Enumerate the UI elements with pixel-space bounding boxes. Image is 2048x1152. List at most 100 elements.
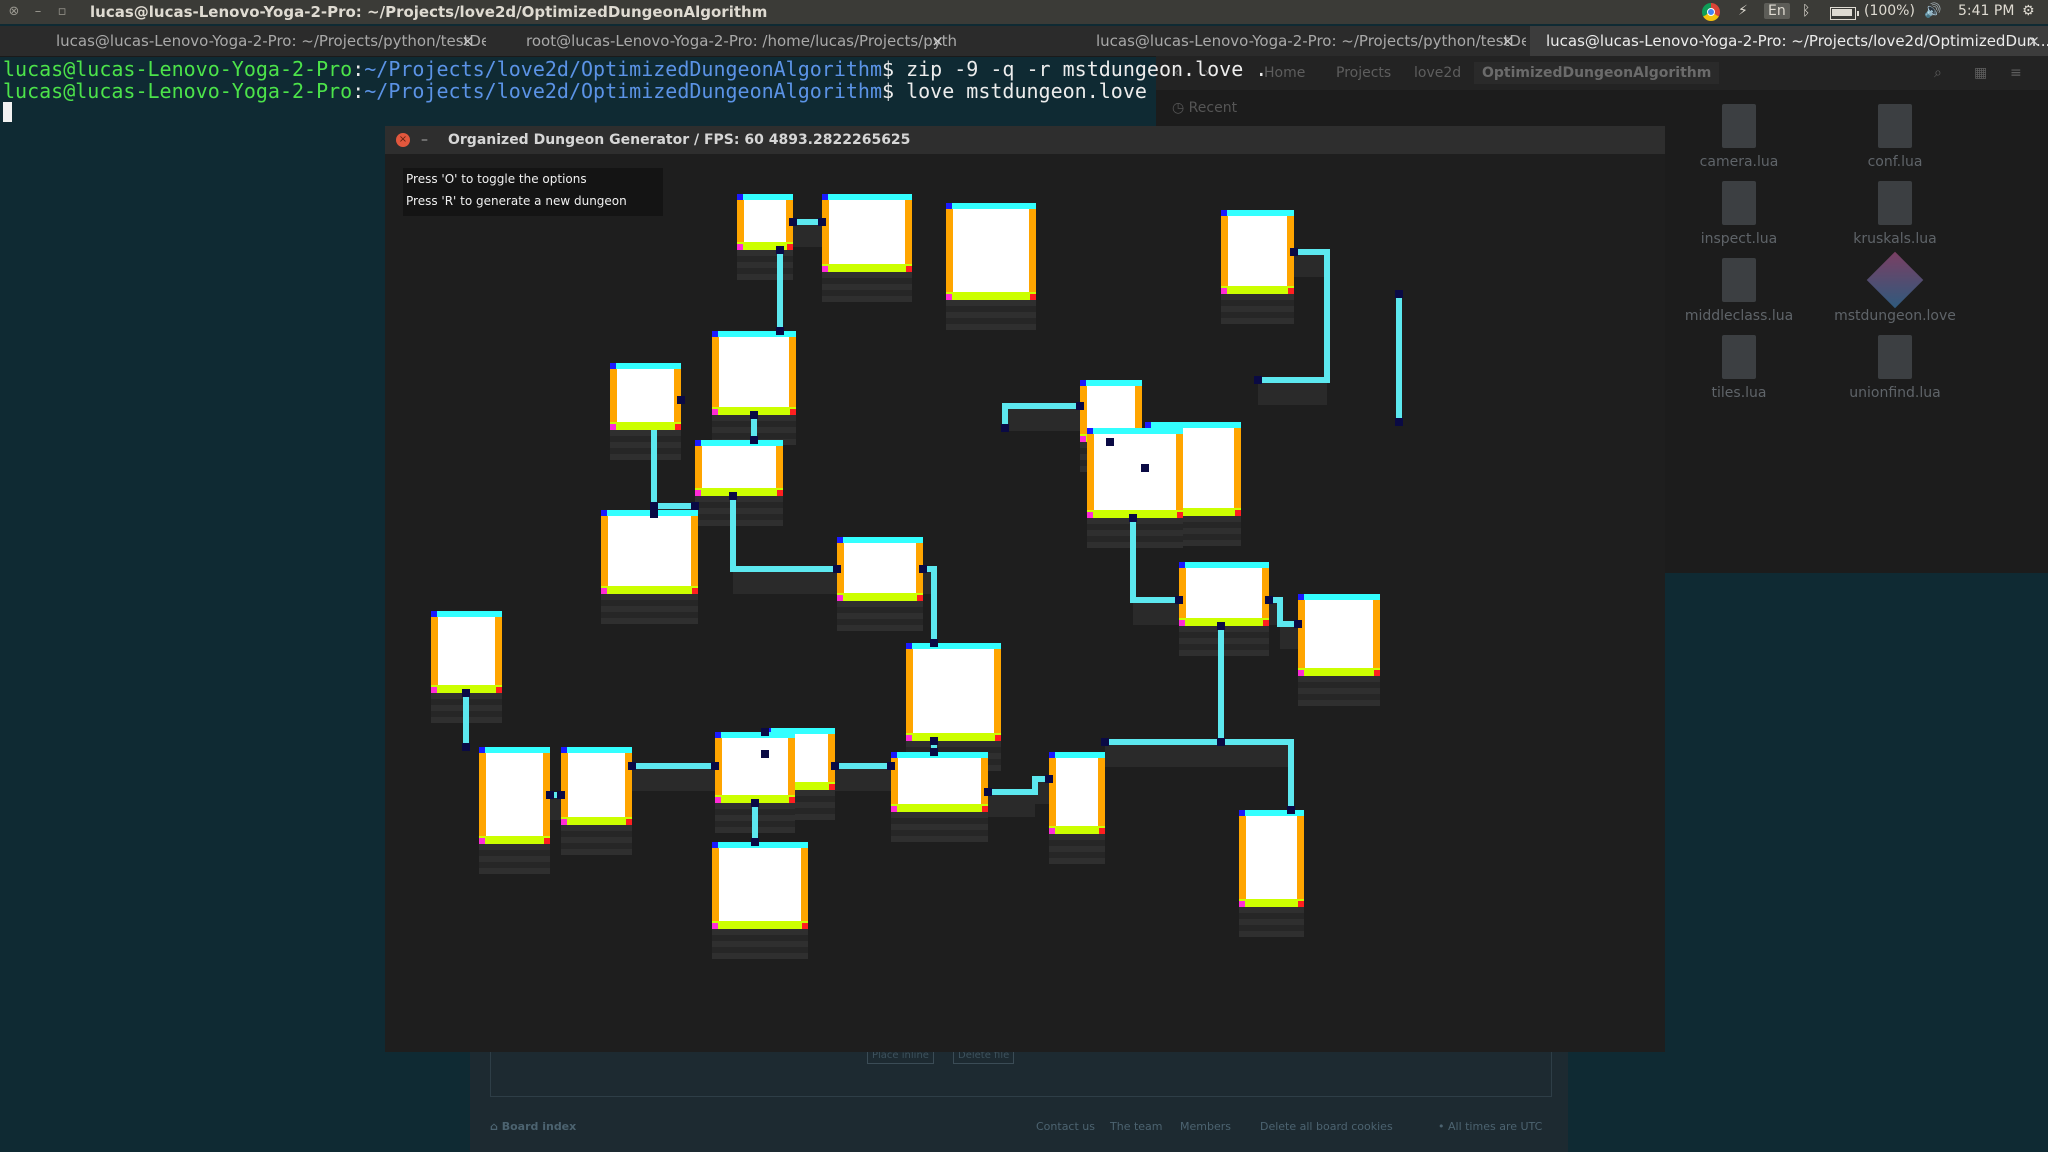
terminal-tab-2[interactable]: root@lucas-Lenovo-Yoga-2-Pro: /home/luca…: [486, 26, 956, 56]
file-icon: [1722, 104, 1756, 148]
room-bottom-edge: [891, 804, 988, 812]
room-corner: [837, 537, 843, 543]
close-tab-icon[interactable]: ×: [2027, 26, 2040, 56]
restore-window-icon[interactable]: ▫: [54, 4, 70, 20]
room-shadow: [1221, 306, 1294, 312]
file-item[interactable]: inspect.lua: [1664, 181, 1814, 247]
room-bottom-edge: [601, 586, 698, 594]
breadcrumb-love2d[interactable]: love2d: [1406, 62, 1469, 84]
corridor-shadow: [988, 795, 1035, 817]
minimize-window-icon[interactable]: –: [30, 4, 46, 20]
room-shadow: [601, 600, 698, 606]
file-item[interactable]: kruskals.lua: [1820, 181, 1970, 247]
volume-icon[interactable]: 🔊: [1924, 3, 1941, 19]
board-index-link[interactable]: ⌂ Board index: [490, 1120, 576, 1133]
prompt-path: ~/Projects/love2d/OptimizedDungeonAlgori…: [364, 79, 883, 103]
corridor-shadow: [793, 225, 822, 247]
room-shadow: [1298, 676, 1380, 682]
breadcrumb-projects[interactable]: Projects: [1328, 62, 1399, 84]
settings-gear-icon[interactable]: ⚙: [2022, 3, 2035, 19]
clock[interactable]: 5:41 PM: [1958, 3, 2014, 19]
room-floor: [608, 516, 691, 586]
network-icon[interactable]: ⚡: [1738, 3, 1748, 19]
file-item[interactable]: mstdungeon.love: [1820, 251, 1970, 324]
room-floor: [1056, 758, 1098, 826]
room-corner: [1263, 620, 1269, 626]
room-corner: [712, 923, 718, 929]
file-item[interactable]: conf.lua: [1820, 104, 1970, 170]
room-shadow: [601, 606, 698, 612]
room-corner: [1179, 620, 1185, 626]
door-node: [557, 791, 565, 799]
corridor-shadow: [1280, 627, 1298, 649]
terminal-tab-3[interactable]: lucas@lucas-Lenovo-Yoga-2-Pro: ~/Project…: [1056, 26, 1526, 56]
room-shadow: [712, 947, 808, 953]
close-tab-icon[interactable]: ×: [1501, 26, 1514, 56]
room-corner: [1145, 422, 1151, 428]
view-icon[interactable]: ▦: [1966, 62, 1995, 84]
search-icon[interactable]: ⌕: [1926, 62, 1950, 84]
chrome-icon[interactable]: [1702, 3, 1720, 21]
close-window-icon[interactable]: ⊗: [6, 4, 22, 20]
room-corner: [1298, 594, 1304, 600]
terminal-tab-4-active[interactable]: lucas@lucas-Lenovo-Yoga-2-Pro: ~/Project…: [1530, 26, 2048, 56]
door-node: [1294, 620, 1302, 628]
room-corner: [601, 588, 607, 594]
room-corner: [906, 643, 912, 649]
battery-icon[interactable]: [1830, 7, 1859, 20]
breadcrumb-current[interactable]: OptimizedDungeonAlgorithm: [1474, 62, 1720, 84]
room-bottom-edge: [906, 733, 1001, 741]
room-floor: [953, 209, 1029, 292]
door-node: [691, 502, 699, 510]
room-corner: [737, 244, 743, 250]
game-canvas[interactable]: Press 'O' to toggle the options Press 'R…: [385, 154, 1665, 1052]
close-icon[interactable]: ×: [396, 133, 410, 147]
room-bottom-edge: [737, 242, 793, 250]
room-shadow: [1239, 919, 1304, 925]
room-top-edge: [822, 194, 912, 200]
file-item[interactable]: tiles.lua: [1664, 335, 1814, 401]
room-shadow: [737, 250, 793, 256]
room-top-edge: [837, 537, 923, 543]
menu-icon[interactable]: ≡: [2002, 62, 2030, 84]
minimize-icon[interactable]: –: [421, 126, 428, 154]
members-link[interactable]: Members: [1180, 1120, 1231, 1133]
room-corner: [1374, 670, 1380, 676]
room-corner: [431, 687, 437, 693]
room-shadow: [891, 812, 988, 818]
room-top-edge: [1179, 562, 1269, 568]
room-floor: [438, 617, 495, 685]
sidebar-item-recent[interactable]: ◷ Recent: [1172, 100, 1237, 116]
file-item[interactable]: middleclass.lua: [1664, 258, 1814, 324]
terminal-tab-1[interactable]: lucas@lucas-Lenovo-Yoga-2-Pro: ~/Project…: [16, 26, 486, 56]
timezone-note: • All times are UTC: [1438, 1120, 1543, 1133]
help-overlay: Press 'O' to toggle the options Press 'R…: [403, 168, 663, 216]
door-node: [628, 762, 636, 770]
room-shadow: [822, 296, 912, 302]
door-node: [1217, 738, 1225, 746]
the-team-link[interactable]: The team: [1110, 1120, 1163, 1133]
room-shadow: [561, 831, 632, 837]
terminal-tab-bar: lucas@lucas-Lenovo-Yoga-2-Pro: ~/Project…: [0, 26, 2048, 57]
room-corner: [712, 842, 718, 848]
keyboard-layout-indicator[interactable]: En: [1764, 3, 1790, 19]
room-corner: [829, 784, 835, 790]
tab-label: lucas@lucas-Lenovo-Yoga-2-Pro: ~/Project…: [1546, 32, 2048, 50]
file-item[interactable]: camera.lua: [1664, 104, 1814, 170]
close-tab-icon[interactable]: ×: [461, 26, 474, 56]
room-shadow: [891, 830, 988, 836]
bluetooth-icon[interactable]: ᛒ: [1802, 3, 1810, 19]
close-tab-icon[interactable]: ×: [931, 26, 944, 56]
room-corner: [1087, 428, 1093, 434]
door-node: [818, 218, 826, 226]
file-item[interactable]: unionfind.lua: [1820, 335, 1970, 401]
room-corner: [1221, 288, 1227, 294]
game-window-titlebar[interactable]: × – Organized Dungeon Generator / FPS: 6…: [385, 126, 1665, 154]
room-floor: [1228, 216, 1287, 286]
room-shadow: [695, 496, 783, 502]
delete-cookies-link[interactable]: Delete all board cookies: [1260, 1120, 1393, 1133]
room-corner: [891, 752, 897, 758]
room-floor: [744, 200, 786, 242]
room-corner: [1030, 294, 1036, 300]
contact-us-link[interactable]: Contact us: [1036, 1120, 1095, 1133]
